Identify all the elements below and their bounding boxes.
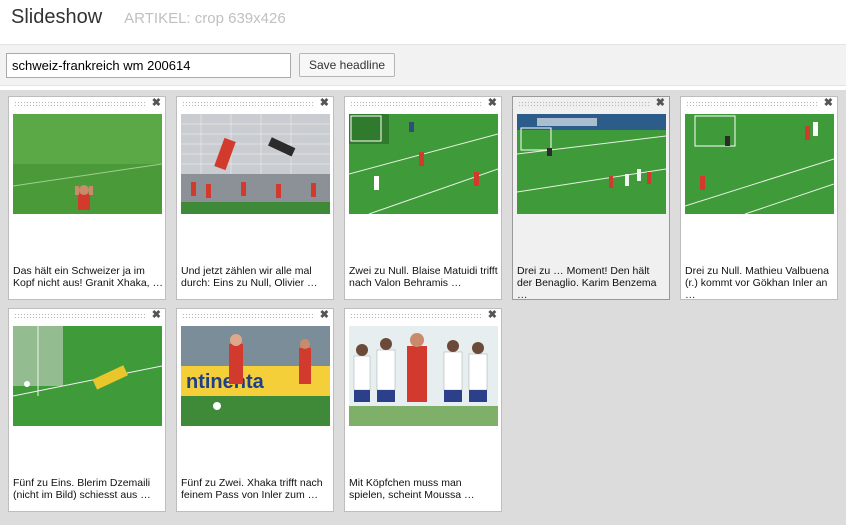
slide-card[interactable]: ✖ Drei zu … Moment! Den hält der Benagli… [512, 96, 670, 300]
slide-thumbnail [685, 114, 834, 214]
slide-grid: ✖ Das hält ein Schweizer ja im Kopf nich… [0, 90, 846, 525]
slide-card[interactable]: ✖ Mit Köpfchen muss man spielen, scheint… [344, 308, 502, 512]
save-headline-button[interactable]: Save headline [299, 53, 396, 77]
slide-card[interactable]: ✖ Fünf zu Eins. Blerim Dzemaili (nicht i… [8, 308, 166, 512]
drag-handle[interactable] [14, 313, 147, 320]
drag-handle[interactable] [350, 313, 483, 320]
slide-caption: Drei zu Null. Mathieu Valbuena (r.) komm… [685, 265, 829, 298]
slide-card[interactable]: ✖ Zwei zu Null. Blaise Matuidi trifft na… [344, 96, 502, 300]
close-icon[interactable]: ✖ [824, 97, 833, 110]
drag-handle[interactable] [686, 101, 819, 108]
close-icon[interactable]: ✖ [488, 309, 497, 322]
slide-thumbnail: ntinenta [181, 326, 330, 426]
close-icon[interactable]: ✖ [320, 309, 329, 322]
svg-text:ntinenta: ntinenta [186, 371, 265, 393]
slide-caption: Fünf zu Zwei. Xhaka trifft nach feinem P… [181, 477, 323, 501]
slide-caption: Mit Köpfchen muss man spielen, scheint M… [349, 477, 475, 501]
slide-card[interactable]: ✖ ntinenta Fünf zu Zwei. Xhaka trifft na… [176, 308, 334, 512]
slide-thumbnail [181, 114, 330, 214]
slide-caption: Fünf zu Eins. Blerim Dzemaili (nicht im … [13, 477, 151, 501]
slide-caption: Das hält ein Schweizer ja im Kopf nicht … [13, 265, 163, 289]
drag-handle[interactable] [182, 101, 315, 108]
drag-handle[interactable] [14, 101, 147, 108]
drag-handle[interactable] [350, 101, 483, 108]
drag-handle[interactable] [518, 101, 651, 108]
close-icon[interactable]: ✖ [488, 97, 497, 110]
article-subtitle: ARTIKEL: crop 639x426 [124, 10, 286, 27]
slide-caption: Drei zu … Moment! Den hält der Benaglio.… [517, 265, 657, 298]
slide-thumbnail [349, 326, 498, 426]
slide-caption: Und jetzt zählen wir alle mal durch: Ein… [181, 265, 318, 289]
close-icon[interactable]: ✖ [656, 97, 665, 110]
toolbar: Save headline [0, 44, 846, 86]
slide-caption: Zwei zu Null. Blaise Matuidi trifft nach… [349, 265, 498, 289]
close-icon[interactable]: ✖ [320, 97, 329, 110]
drag-handle[interactable] [182, 313, 315, 320]
slide-thumbnail [349, 114, 498, 214]
close-icon[interactable]: ✖ [152, 309, 161, 322]
slide-thumbnail [13, 114, 162, 214]
slide-thumbnail [517, 114, 666, 214]
close-icon[interactable]: ✖ [152, 97, 161, 110]
slide-thumbnail [13, 326, 162, 426]
headline-input[interactable] [6, 52, 291, 78]
slide-card[interactable]: ✖ Drei zu Null. Mathieu Valbuena (r.) ko… [680, 96, 838, 300]
page-title: Slideshow [11, 6, 103, 28]
header: Slideshow ARTIKEL: crop 639x426 [0, 0, 846, 44]
slide-card[interactable]: ✖ Und jetzt zählen wir alle mal durch: E… [176, 96, 334, 300]
slide-card[interactable]: ✖ Das hält ein Schweizer ja im Kopf nich… [8, 96, 166, 300]
